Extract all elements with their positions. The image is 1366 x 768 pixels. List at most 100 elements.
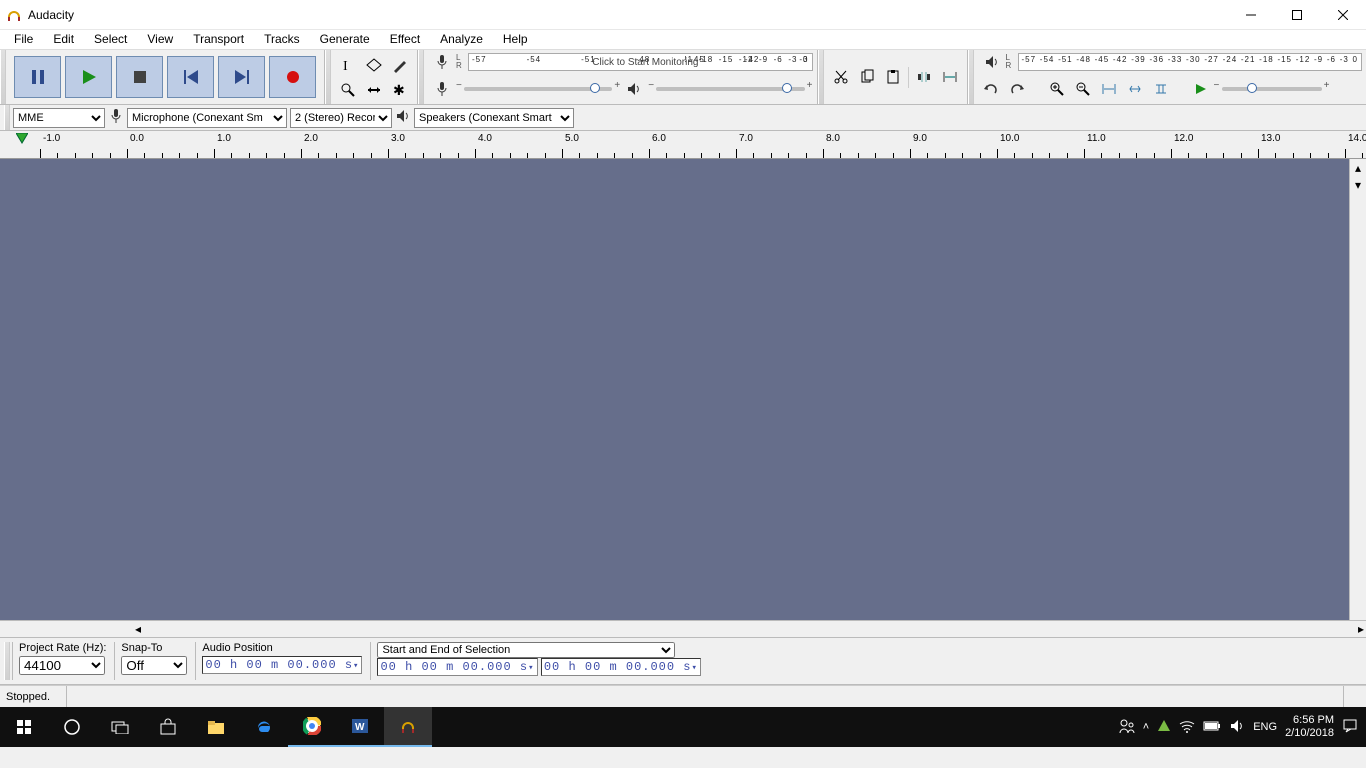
undo-icon[interactable]	[978, 77, 1004, 102]
fit-selection-icon[interactable]	[1096, 77, 1122, 102]
fit-project-icon[interactable]	[1122, 77, 1148, 102]
chrome-icon[interactable]	[288, 707, 336, 747]
audio-position-field[interactable]: 00 h 00 m 00.000 s▾	[202, 656, 362, 674]
toolbar-grip[interactable]	[4, 105, 10, 130]
scroll-left-icon[interactable]: ◂	[135, 622, 141, 636]
trim-icon[interactable]	[911, 65, 937, 90]
menu-file[interactable]: File	[4, 30, 43, 49]
device-toolbar: MME Microphone (Conexant Sm 2 (Stereo) R…	[0, 105, 1366, 131]
cortana-icon[interactable]	[48, 707, 96, 747]
menu-effect[interactable]: Effect	[380, 30, 430, 49]
recording-channels-select[interactable]: 2 (Stereo) Recor	[290, 108, 392, 128]
play-at-speed-icon[interactable]	[1188, 77, 1214, 102]
titlebar: Audacity	[0, 0, 1366, 30]
zoom-toggle-icon[interactable]	[1148, 77, 1174, 102]
snap-to-label: Snap-To	[121, 642, 187, 654]
taskbar-clock[interactable]: 6:56 PM2/10/2018	[1285, 714, 1334, 740]
people-icon[interactable]	[1119, 718, 1135, 737]
playback-meter[interactable]: -57-54-51-48-45-42-39-36-33-30-27-24-21-…	[1018, 53, 1363, 71]
paste-icon[interactable]	[880, 65, 906, 90]
timeshift-tool-icon[interactable]	[361, 77, 387, 102]
pause-button[interactable]	[14, 56, 61, 98]
project-rate-select[interactable]: 44100	[19, 656, 105, 675]
tray-app-icon[interactable]	[1157, 719, 1171, 736]
speaker-icon[interactable]	[978, 54, 1006, 70]
silence-icon[interactable]	[937, 65, 963, 90]
scroll-up-icon[interactable]: ▴	[1350, 159, 1366, 176]
menu-edit[interactable]: Edit	[43, 30, 84, 49]
selection-tool-icon[interactable]: I	[335, 52, 361, 77]
selection-start-field[interactable]: 00 h 00 m 00.000 s▾	[377, 658, 537, 676]
menu-transport[interactable]: Transport	[183, 30, 254, 49]
mic-volume-icon	[428, 81, 456, 97]
menu-generate[interactable]: Generate	[310, 30, 380, 49]
ruler-label: 10.0	[1000, 133, 1019, 144]
window-buttons	[1228, 0, 1366, 30]
mic-device-icon	[108, 108, 124, 127]
playback-device-select[interactable]: Speakers (Conexant Smart	[414, 108, 574, 128]
menu-help[interactable]: Help	[493, 30, 538, 49]
menu-select[interactable]: Select	[84, 30, 137, 49]
cut-icon[interactable]	[828, 65, 854, 90]
wifi-icon[interactable]	[1179, 719, 1195, 736]
copy-icon[interactable]	[854, 65, 880, 90]
toolbar-grip[interactable]	[4, 642, 10, 680]
status-state: Stopped.	[6, 686, 58, 707]
scroll-down-icon[interactable]: ▾	[1350, 176, 1366, 193]
language-indicator[interactable]: ENG	[1253, 721, 1277, 733]
ruler-label: 5.0	[565, 133, 579, 144]
draw-tool-icon[interactable]	[387, 52, 413, 77]
file-explorer-icon[interactable]	[192, 707, 240, 747]
battery-icon[interactable]	[1203, 720, 1221, 735]
audacity-app-icon	[6, 7, 22, 23]
vertical-scrollbar[interactable]: ▴ ▾	[1349, 159, 1366, 620]
stop-button[interactable]	[116, 56, 163, 98]
envelope-tool-icon[interactable]	[361, 52, 387, 77]
skip-end-button[interactable]	[218, 56, 265, 98]
menu-tracks[interactable]: Tracks	[254, 30, 310, 49]
ruler-label: 11.0	[1087, 133, 1106, 144]
selection-mode-select[interactable]: Start and End of Selection	[377, 642, 675, 658]
redo-icon[interactable]	[1004, 77, 1030, 102]
play-button[interactable]	[65, 56, 112, 98]
horizontal-scrollbar[interactable]: ◂▸	[0, 620, 1366, 637]
recording-meter[interactable]: -57-54-51-48-45-42-3 Click to Start Moni…	[468, 53, 813, 71]
skip-start-button[interactable]	[167, 56, 214, 98]
recording-volume-slider[interactable]: −+	[464, 87, 612, 91]
playback-meter-toolbar: LR -57-54-51-48-45-42-39-36-33-30-27-24-…	[967, 50, 1366, 104]
tray-overflow-icon[interactable]: ˄	[1143, 721, 1149, 733]
play-speed-slider[interactable]: −+	[1222, 87, 1322, 91]
menu-view[interactable]: View	[137, 30, 183, 49]
tracks-area[interactable]: ▴ ▾	[0, 159, 1366, 620]
multi-tool-icon[interactable]: ✱	[387, 77, 413, 102]
playback-volume-slider[interactable]: −+	[656, 87, 804, 91]
timeline-ruler[interactable]: -1.00.01.02.03.04.05.06.07.08.09.010.011…	[0, 131, 1366, 159]
ruler-label: 13.0	[1261, 133, 1280, 144]
zoom-in-icon[interactable]	[1044, 77, 1070, 102]
audio-host-select[interactable]: MME	[13, 108, 105, 128]
action-center-icon[interactable]	[1342, 718, 1358, 737]
start-button[interactable]	[0, 707, 48, 747]
toolbars: I ✱ LR -57-54-51-48-45-42-3 Click to Sta…	[0, 50, 1366, 105]
audio-position-label: Audio Position	[202, 642, 362, 654]
audacity-taskbar-icon[interactable]	[384, 707, 432, 747]
statusbar: Stopped.	[0, 685, 1366, 707]
task-view-icon[interactable]	[96, 707, 144, 747]
selection-end-field[interactable]: 00 h 00 m 00.000 s▾	[541, 658, 701, 676]
system-tray: ˄ ENG 6:56 PM2/10/2018	[1111, 714, 1366, 740]
zoom-out-icon[interactable]	[1070, 77, 1096, 102]
snap-to-select[interactable]: Off	[121, 656, 187, 675]
menu-analyze[interactable]: Analyze	[430, 30, 493, 49]
edge-icon[interactable]	[240, 707, 288, 747]
word-icon[interactable]: W	[336, 707, 384, 747]
record-button[interactable]	[269, 56, 316, 98]
mic-icon[interactable]	[428, 54, 456, 70]
scroll-right-icon[interactable]: ▸	[1358, 622, 1364, 636]
store-icon[interactable]	[144, 707, 192, 747]
recording-device-select[interactable]: Microphone (Conexant Sm	[127, 108, 287, 128]
close-button[interactable]	[1320, 0, 1366, 30]
zoom-tool-icon[interactable]	[335, 77, 361, 102]
volume-tray-icon[interactable]	[1229, 718, 1245, 737]
minimize-button[interactable]	[1228, 0, 1274, 30]
maximize-button[interactable]	[1274, 0, 1320, 30]
